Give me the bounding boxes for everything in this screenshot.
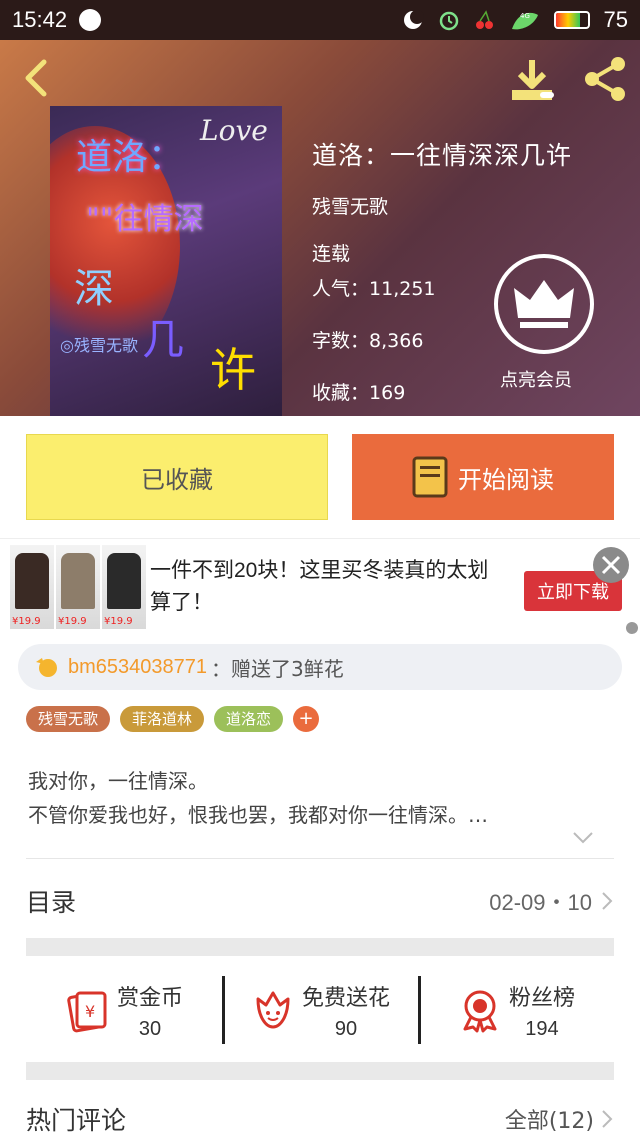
chevron-right-icon: [602, 892, 613, 910]
book-description[interactable]: 我对你，一往情深。 不管你爱我也好，恨我也罢，我都对你一往情深。…: [28, 764, 618, 832]
crown-icon: [514, 280, 574, 318]
add-tag-button[interactable]: +: [293, 706, 320, 732]
svg-text:¥: ¥: [85, 1002, 95, 1021]
share-icon[interactable]: [580, 54, 630, 104]
stat-value: 194: [525, 1017, 559, 1040]
book-detail-content: bm6534038771 ：赠送了3鲜花 残雪无歌 菲洛道林 道洛恋 + 我对你…: [0, 634, 640, 1138]
book-header: Love 道洛： ""往情深 深 几 许 ◎残雪无歌 道洛：一往情深深几许 残雪…: [0, 40, 640, 416]
ad-price: ¥19.9: [12, 616, 41, 627]
reward-coins-cell[interactable]: ¥ 赏金币 30: [26, 958, 222, 1062]
catalog-row[interactable]: 目录 02-09・10: [26, 870, 614, 932]
section-separator: [26, 1062, 614, 1080]
book-title: 道洛：一往情深深几许: [312, 141, 573, 170]
alarm-icon: [439, 11, 458, 31]
back-button[interactable]: [18, 58, 58, 98]
hot-comments-header[interactable]: 热门评论 全部(12): [26, 1100, 614, 1138]
gift-user[interactable]: bm6534038771: [68, 656, 207, 679]
reward-coins-text: 赏金币 30: [117, 980, 183, 1041]
book-author[interactable]: 残雪无歌: [312, 192, 572, 219]
book-icon: [412, 456, 448, 498]
svg-text:4G: 4G: [520, 12, 530, 20]
vip-crown-button[interactable]: [492, 252, 596, 356]
stat-value: 90: [334, 1017, 358, 1040]
ad-close-icon[interactable]: [592, 546, 630, 584]
start-reading-button[interactable]: 开始阅读: [352, 434, 614, 520]
cover-title-line4: 几: [142, 315, 185, 364]
gift-message: ：赠送了3鲜花: [211, 656, 344, 681]
all-comments-link[interactable]: 全部(12): [505, 1103, 594, 1135]
cherry-icon: [475, 10, 493, 29]
collected-label: 已收藏: [141, 465, 213, 494]
stat-label: 粉丝榜: [508, 985, 575, 1011]
medal-icon: [463, 990, 497, 1033]
section-separator: [26, 938, 614, 956]
stat-label: 赏金币: [116, 985, 183, 1011]
word-count-label: 字数：: [312, 330, 370, 352]
status-bar: 15:42 4G 75: [0, 0, 640, 40]
battery-percent: 75: [603, 7, 628, 32]
flower-icon: [256, 991, 290, 1029]
ad-info-icon[interactable]: [626, 622, 638, 634]
book-cover[interactable]: Love 道洛： ""往情深 深 几 许 ◎残雪无歌: [50, 106, 282, 416]
flower-badge-icon: [36, 658, 57, 677]
cover-title-line2: ""往情深: [86, 202, 204, 237]
stat-label: 免费送花: [301, 985, 390, 1011]
download-icon[interactable]: [508, 56, 556, 104]
moon-icon: [403, 10, 424, 29]
red-envelope-icon: ¥: [67, 991, 107, 1033]
cover-title-line1: 道洛：: [76, 137, 185, 178]
catalog-date: 02-09・10: [489, 890, 592, 915]
tag-list: 残雪无歌 菲洛道林 道洛恋 +: [26, 706, 320, 732]
fan-ranking-cell[interactable]: 粉丝榜 194: [418, 958, 614, 1062]
signal-icon: 4G: [511, 12, 538, 30]
cover-title-line5: 许: [210, 343, 256, 397]
cover-author: ◎残雪无歌: [60, 336, 138, 355]
ad-thumb: ¥19.9: [10, 545, 54, 629]
stat-value: 30: [138, 1017, 162, 1040]
cover-love-text: Love: [200, 114, 268, 147]
ad-thumb: ¥19.9: [56, 545, 100, 629]
vip-label[interactable]: 点亮会员: [500, 366, 572, 392]
expand-chevron-icon[interactable]: [572, 830, 594, 846]
status-right: 4G 75: [402, 7, 628, 33]
ad-thumb: ¥19.9: [102, 545, 146, 629]
favorites-label: 收藏：: [312, 382, 370, 404]
gift-ticker: bm6534038771 ：赠送了3鲜花: [18, 644, 622, 690]
free-flower-text: 免费送花 90: [302, 980, 390, 1041]
action-bar: 已收藏 开始阅读: [0, 416, 640, 538]
description-line: 我对你，一往情深。: [28, 769, 208, 793]
favorites-value: 169: [369, 382, 406, 404]
start-reading-label: 开始阅读: [458, 465, 554, 494]
hot-comments-label: 热门评论: [26, 1106, 127, 1135]
qq-icon: [79, 9, 102, 31]
chevron-right-icon: [602, 1110, 613, 1128]
tag-item[interactable]: 菲洛道林: [120, 706, 205, 732]
support-stats: ¥ 赏金币 30 免费送花 90 粉丝榜 194: [26, 958, 614, 1062]
divider: [26, 858, 614, 859]
ad-banner[interactable]: ¥19.9 ¥19.9 ¥19.9 一件不到20块！这里买冬装真的太划算了！ 立…: [0, 538, 640, 634]
word-count-value: 8,366: [369, 330, 424, 352]
ad-image: ¥19.9 ¥19.9 ¥19.9: [10, 545, 146, 629]
ad-price: ¥19.9: [104, 616, 133, 627]
collected-button[interactable]: 已收藏: [26, 434, 328, 520]
battery-icon: [553, 11, 590, 29]
free-flower-cell[interactable]: 免费送花 90: [222, 958, 418, 1062]
ad-price: ¥19.9: [58, 616, 87, 627]
popularity-value: 11,251: [369, 278, 436, 300]
cover-title-line3: 深: [74, 266, 114, 312]
fan-ranking-text: 粉丝榜 194: [509, 980, 575, 1041]
tag-item[interactable]: 残雪无歌: [26, 706, 111, 732]
ad-text: 一件不到20块！这里买冬装真的太划算了！: [150, 559, 489, 614]
tag-item[interactable]: 道洛恋: [214, 706, 284, 732]
description-line: 不管你爱我也好，恨我也罢，我都对你一往情深。…: [28, 803, 488, 827]
status-time: 15:42: [12, 7, 68, 32]
catalog-label: 目录: [26, 888, 77, 917]
popularity-label: 人气：: [312, 278, 370, 300]
